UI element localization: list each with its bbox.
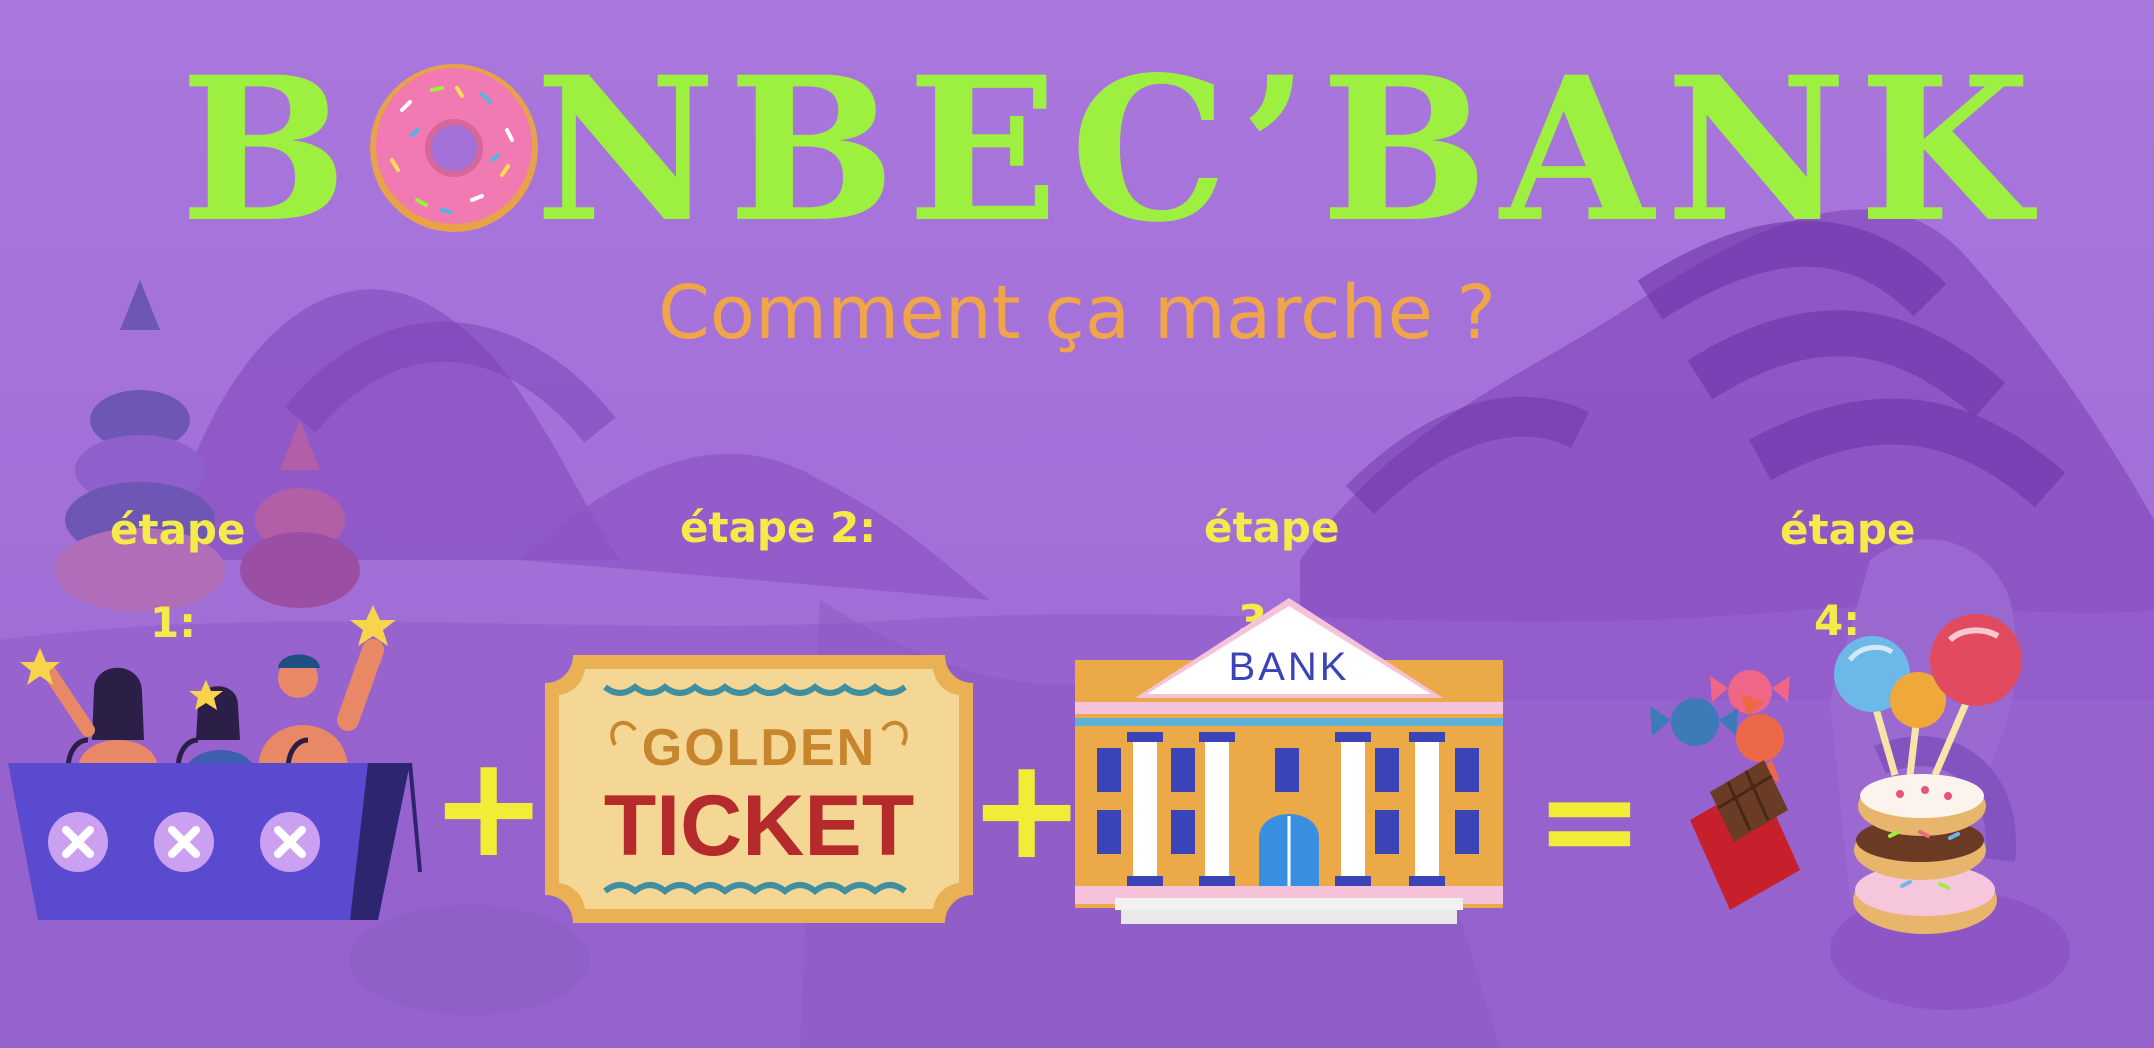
ticket-line-2: TICKET xyxy=(604,778,915,874)
ticket-line-1: GOLDEN xyxy=(642,719,876,777)
subtitle: Comment ça marche ? xyxy=(658,270,1496,356)
chocolate-bar xyxy=(1690,760,1800,910)
donut-icon xyxy=(370,64,538,232)
step-1-label: étape xyxy=(110,505,246,554)
golden-ticket-illustration: GOLDEN TICKET xyxy=(545,655,973,923)
bank-sign: BANK xyxy=(1229,645,1350,689)
step-4-label: étape xyxy=(1780,505,1916,554)
plus-operator-2: + xyxy=(968,728,1086,891)
poster: B NBEC’BANK Comment ça marche ? étape 1:… xyxy=(0,0,2154,1048)
sweets-illustration xyxy=(1650,614,2022,934)
step-2-label: étape 2: xyxy=(680,503,877,552)
equals-operator: = xyxy=(1535,744,1644,896)
title-part-2: NBEC’BANK xyxy=(535,33,2043,266)
bank-building-illustration: BANK xyxy=(1075,598,1503,924)
plus-operator-1: + xyxy=(430,726,548,889)
step-3-label: étape xyxy=(1204,503,1340,552)
wrapped-candies xyxy=(1650,670,1790,782)
title: B NBEC’BANK xyxy=(0,50,2154,250)
title-part-1: B xyxy=(180,33,360,266)
judges-panel-illustration xyxy=(8,605,422,920)
